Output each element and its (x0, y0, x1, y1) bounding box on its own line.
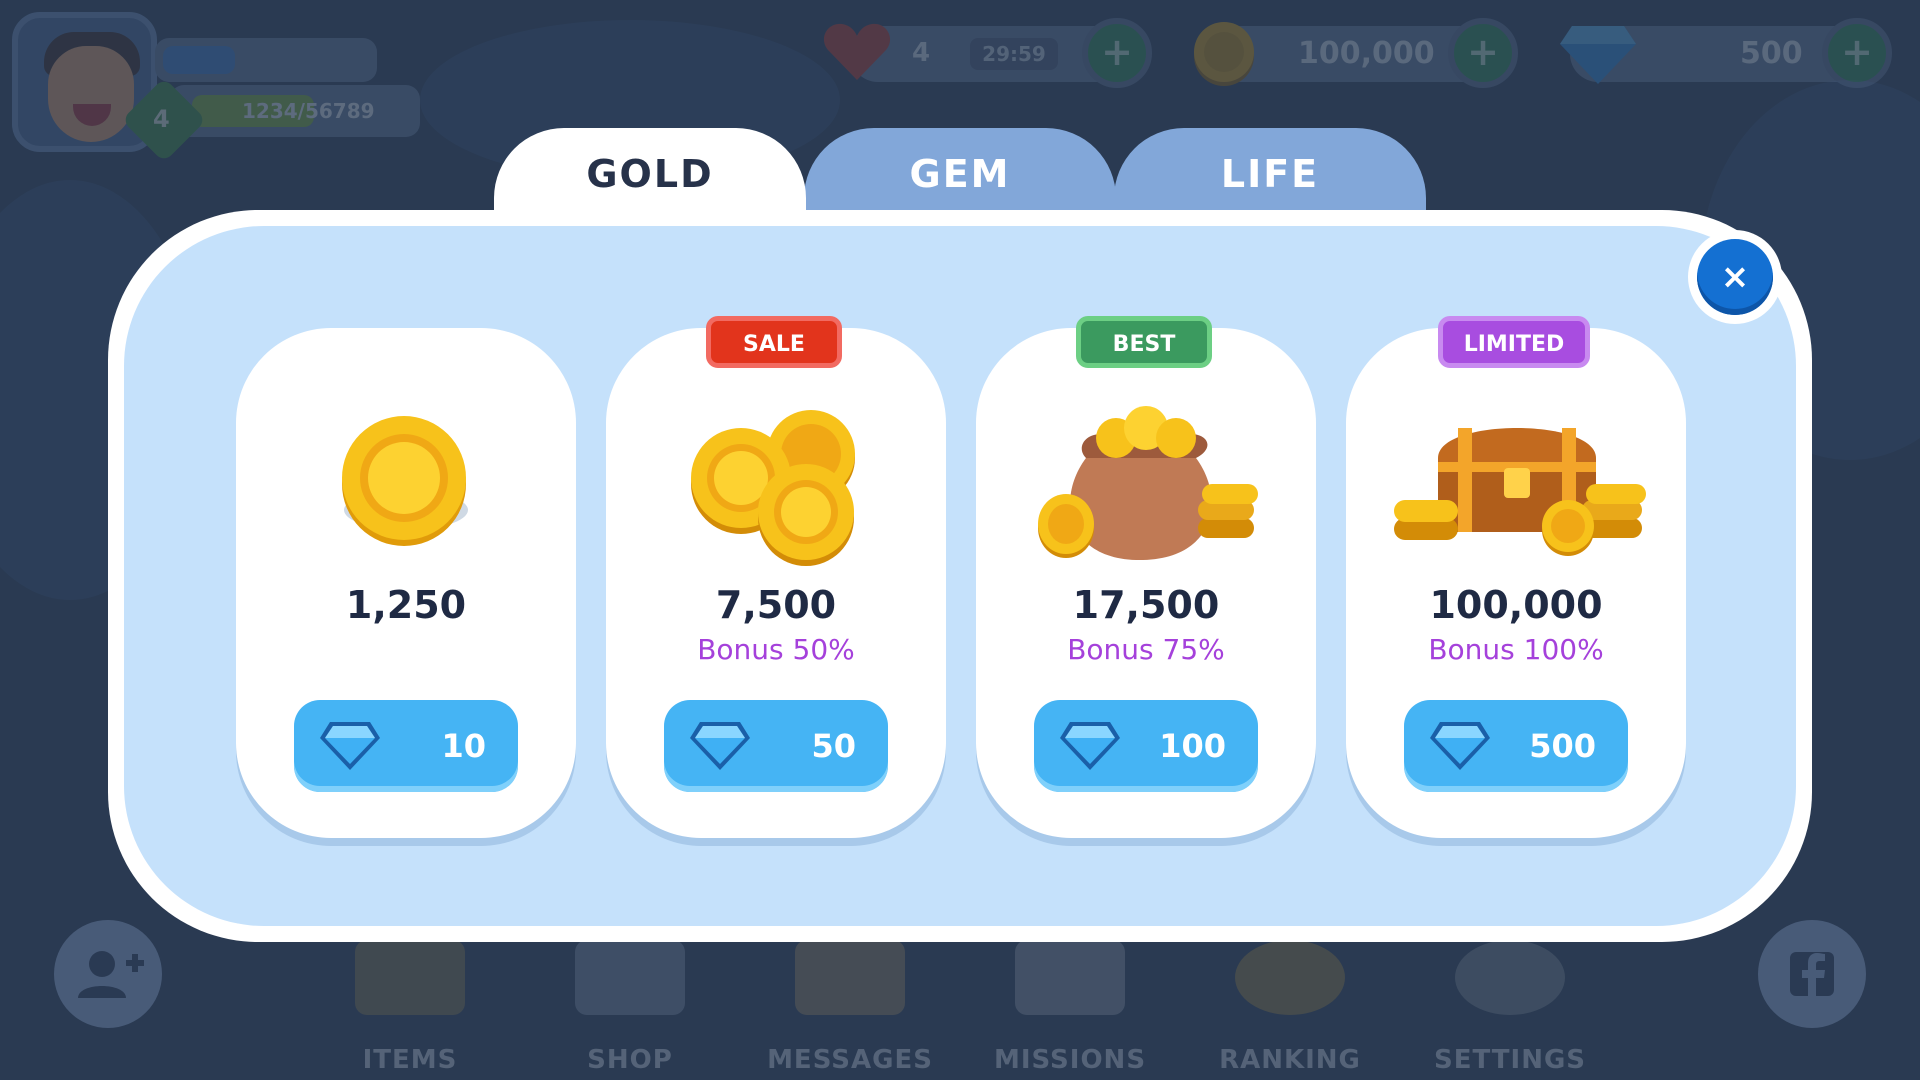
price-label: 50 (811, 727, 856, 765)
nav-label: MISSIONS (993, 1045, 1147, 1075)
gold-coin-icon (1194, 22, 1254, 86)
level-progress-text: 1234/56789 (242, 99, 375, 123)
shop-icon (575, 940, 685, 1015)
nav-settings[interactable]: SETTINGS (1410, 940, 1610, 1075)
buy-button[interactable]: 10 (294, 700, 518, 792)
heart-icon (823, 23, 891, 81)
gold-amount: 100,000 (1298, 36, 1435, 71)
tab-gem[interactable]: GEM (804, 128, 1116, 220)
gem-icon (690, 722, 750, 770)
trophy-icon (1235, 940, 1345, 1015)
price-label: 100 (1159, 727, 1226, 765)
nav-label: SHOP (587, 1045, 673, 1075)
buy-button[interactable]: 500 (1404, 700, 1628, 792)
xp-bar (155, 38, 377, 82)
gem-icon (1060, 722, 1120, 770)
gold-pack-card[interactable]: 100,000 Bonus 100% 500 (1346, 328, 1686, 838)
tab-gold[interactable]: GOLD (494, 128, 806, 220)
add-gems-button[interactable]: + (1822, 18, 1892, 88)
limited-tag: LIMITED (1438, 316, 1590, 368)
gem-amount: 500 (1740, 36, 1803, 71)
xp-bar-fill (163, 46, 235, 74)
gold-pack-card[interactable]: 17,500 Bonus 75% 100 (976, 328, 1316, 838)
add-lives-button[interactable]: + (1082, 18, 1152, 88)
missions-icon (1015, 940, 1125, 1015)
nav-missions[interactable]: MISSIONS (970, 940, 1170, 1075)
gold-pack-card[interactable]: 1,250 10 (236, 328, 576, 838)
best-tag: BEST (1076, 316, 1212, 368)
sale-tag: SALE (706, 316, 842, 368)
gold-coin-icon (342, 416, 468, 546)
buy-button[interactable]: 50 (664, 700, 888, 792)
messages-icon (795, 940, 905, 1015)
gem-icon (1560, 26, 1636, 84)
level-progress-bar: 1234/56789 (170, 85, 420, 137)
close-button[interactable]: × (1688, 230, 1782, 324)
pack-amount: 1,250 (345, 583, 467, 627)
add-gold-button[interactable]: + (1448, 18, 1518, 88)
level-number: 4 (153, 105, 170, 133)
gear-icon (1455, 940, 1565, 1015)
pack-bonus: Bonus 50% (697, 633, 855, 666)
nav-label: SETTINGS (1433, 1045, 1587, 1075)
coin-stack-icon (691, 410, 855, 566)
lives-count: 4 (912, 38, 931, 68)
avatar-face (48, 46, 134, 142)
gem-icon (320, 722, 380, 770)
nav-items[interactable]: ITEMS (310, 940, 510, 1075)
nav-messages[interactable]: MESSAGES (750, 940, 950, 1075)
nav-label: MESSAGES (767, 1045, 933, 1075)
nav-ranking[interactable]: RANKING (1190, 940, 1390, 1075)
pack-bonus: Bonus 75% (1067, 633, 1225, 666)
nav-label: RANKING (1219, 1045, 1361, 1075)
gem-icon (1430, 722, 1490, 770)
gold-pack-card[interactable]: 7,500 Bonus 50% 50 (606, 328, 946, 838)
treasure-chest-icon (1394, 428, 1646, 556)
price-label: 500 (1529, 727, 1596, 765)
tab-life[interactable]: LIFE (1114, 128, 1426, 220)
nav-label: ITEMS (362, 1045, 458, 1075)
pack-amount: 7,500 (715, 583, 837, 627)
pack-amount: 17,500 (1072, 583, 1220, 627)
close-icon: × (1697, 239, 1773, 315)
pack-amount: 100,000 (1429, 583, 1603, 627)
price-label: 10 (441, 727, 486, 765)
buy-button[interactable]: 100 (1034, 700, 1258, 792)
items-icon (355, 940, 465, 1015)
nav-shop[interactable]: SHOP (530, 940, 730, 1075)
pack-bonus: Bonus 100% (1428, 633, 1604, 666)
life-timer: 29:59 (970, 38, 1058, 70)
coin-sack-icon (1038, 406, 1258, 561)
